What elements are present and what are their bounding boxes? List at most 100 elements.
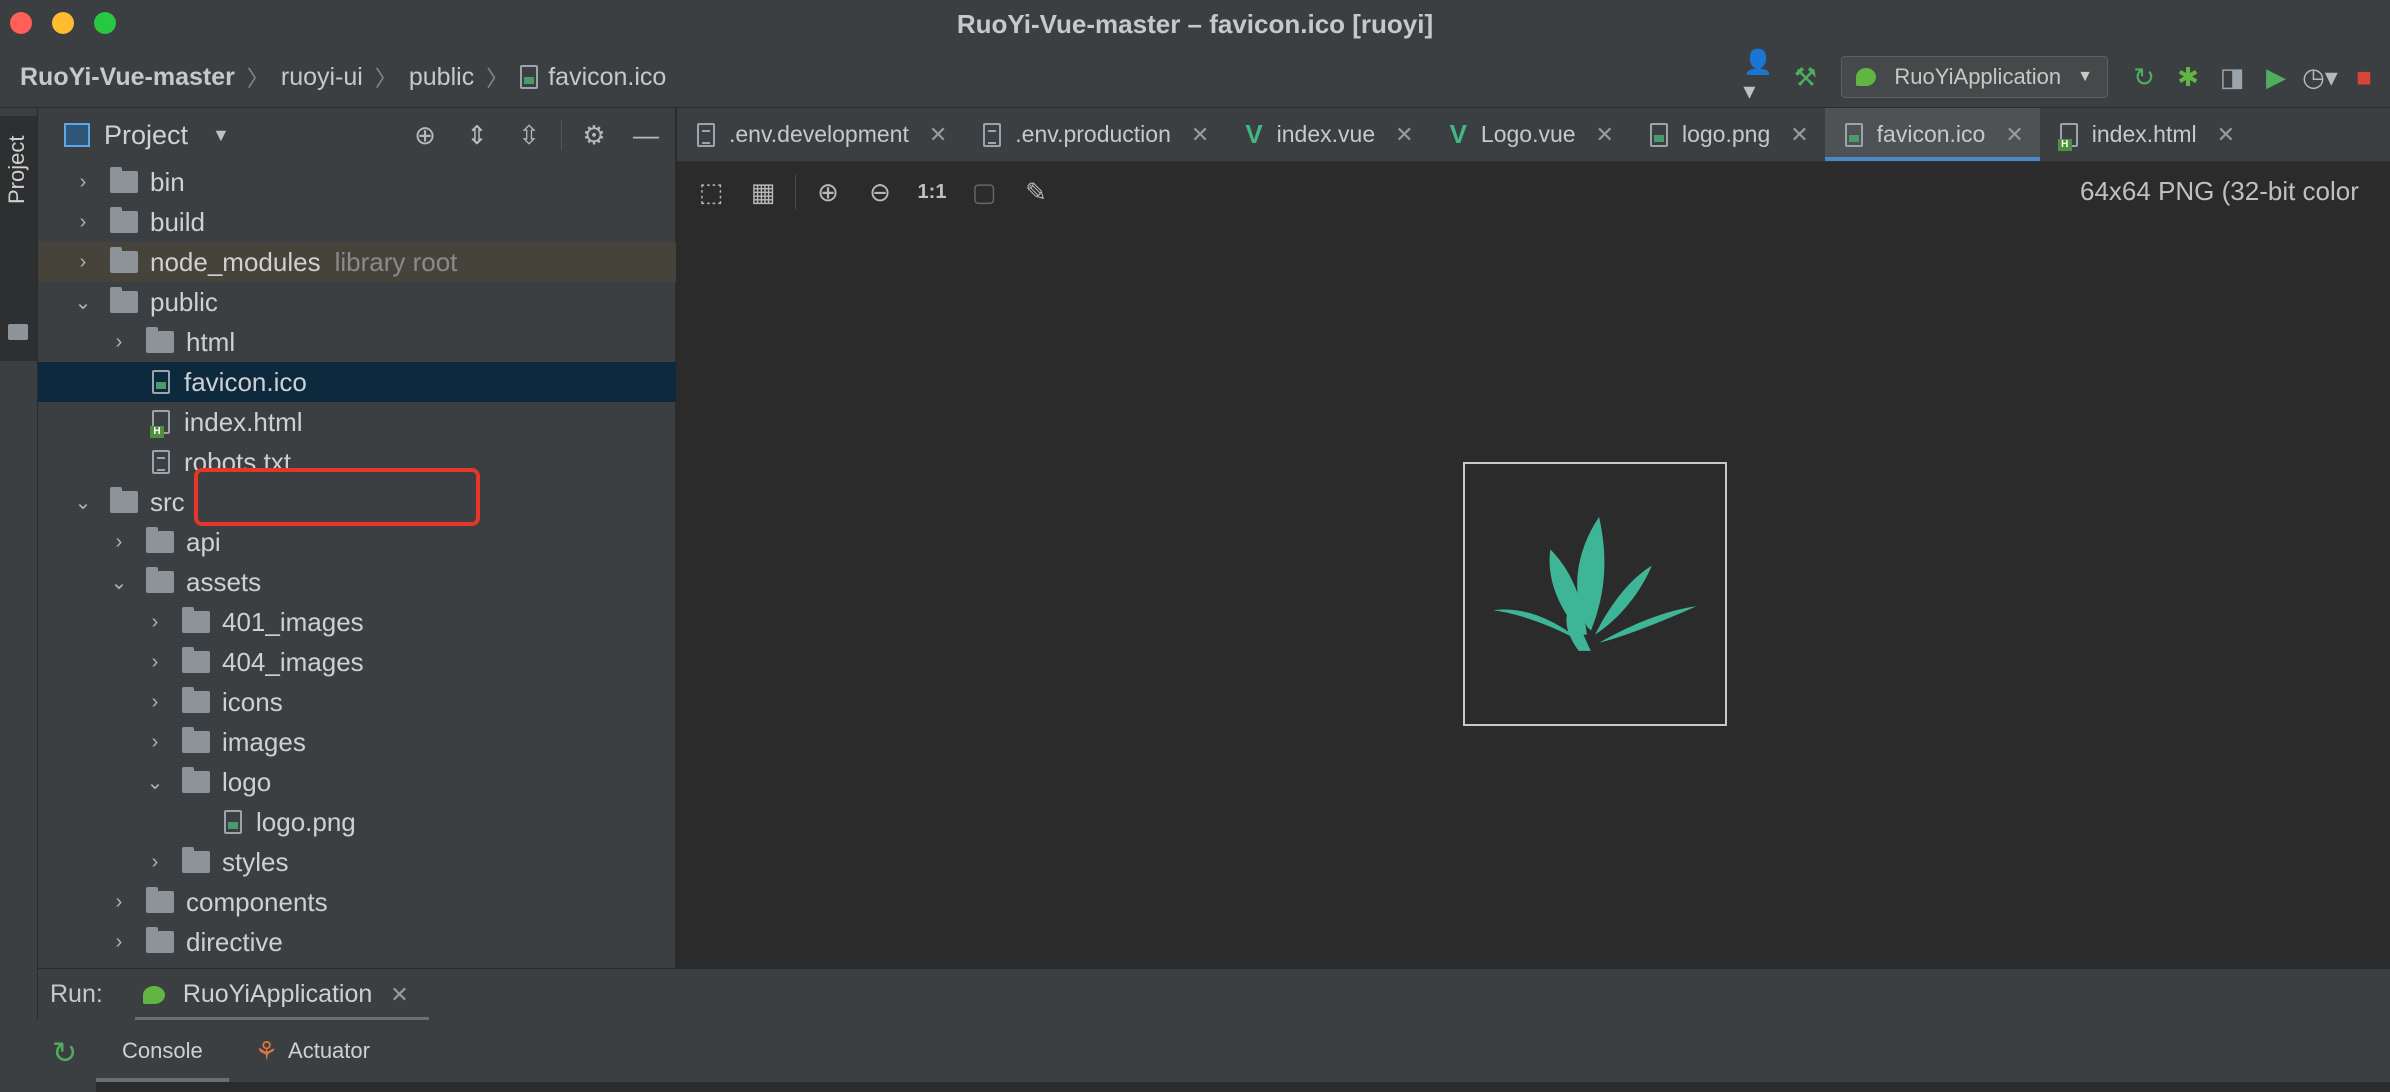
image-info: 64x64 PNG (32-bit color <box>2080 176 2359 206</box>
editor-tab-logo-vue[interactable]: V Logo.vue ✕ <box>1430 108 1630 161</box>
chevron-right-icon[interactable]: › <box>74 171 92 194</box>
chevron-right-icon[interactable]: › <box>146 611 164 634</box>
tab-console[interactable]: Console <box>96 1020 229 1082</box>
folder-icon <box>146 327 174 353</box>
tree-item-components[interactable]: › components <box>38 882 676 922</box>
tab-actuator-label: Actuator <box>288 1038 370 1063</box>
editor-tab-logo-png[interactable]: logo.png ✕ <box>1630 108 1825 161</box>
run-tab[interactable]: RuoYiApplication ✕ <box>134 969 429 1021</box>
zoom-in-icon[interactable]: ⊕ <box>808 172 848 212</box>
chevron-down-icon[interactable]: ⌄ <box>146 770 164 795</box>
fit-zoom-icon[interactable]: ▢ <box>964 172 1004 212</box>
editor-tab-favicon-ico[interactable]: favicon.ico ✕ <box>1824 108 2040 161</box>
chevron-right-icon[interactable]: › <box>146 731 164 754</box>
close-icon[interactable]: ✕ <box>2005 122 2023 148</box>
chevron-right-icon[interactable]: › <box>110 331 128 354</box>
coverage-icon[interactable]: ◨ <box>2214 59 2250 95</box>
breadcrumb-item-file[interactable]: favicon.ico <box>520 63 666 92</box>
chevron-right-icon[interactable]: › <box>74 251 92 274</box>
editor-tab-index-html[interactable]: index.html ✕ <box>2040 108 2251 161</box>
color-picker-icon[interactable]: ✎ <box>1016 172 1056 212</box>
grid-icon[interactable]: ▦ <box>743 172 783 212</box>
breadcrumb-separator-icon: 〉 <box>246 66 269 91</box>
run-tool-window-header: Run: RuoYiApplication ✕ <box>38 968 2390 1021</box>
tree-item-build[interactable]: › build <box>38 202 676 242</box>
tree-item-src[interactable]: ⌄ src <box>38 482 676 522</box>
folder-icon <box>110 247 138 273</box>
tab-actuator[interactable]: ⚘ Actuator <box>229 1020 396 1082</box>
stop-icon[interactable]: ■ <box>2346 59 2382 95</box>
breadcrumb-item-folder[interactable]: public <box>409 63 474 92</box>
build-hammer-icon[interactable]: ⚒ <box>1787 59 1823 95</box>
hide-panel-icon[interactable]: — <box>626 115 666 155</box>
project-view-select[interactable]: Project <box>104 120 188 151</box>
close-icon[interactable]: ✕ <box>1596 122 1614 148</box>
user-icon[interactable]: 👤▾ <box>1743 49 1779 105</box>
project-tree: › bin › build › node_modules library root ⌄ publ… <box>38 162 676 962</box>
close-icon[interactable]: ✕ <box>2217 122 2235 148</box>
tree-item-401-images[interactable]: › 401_images <box>38 602 676 642</box>
close-icon[interactable]: ✕ <box>929 122 947 148</box>
debug-bug-icon[interactable]: ✱ <box>2170 59 2206 95</box>
image-file-icon <box>1649 122 1668 147</box>
close-icon[interactable]: ✕ <box>1191 122 1209 148</box>
folder-icon <box>182 727 210 753</box>
tree-item-assets[interactable]: ⌄ assets <box>38 562 676 602</box>
tree-item-directive[interactable]: › directive <box>38 922 676 962</box>
chevron-right-icon[interactable]: › <box>74 211 92 234</box>
tree-item-label: styles <box>222 846 289 877</box>
project-tool-window-label: Project <box>4 136 29 205</box>
actual-size-button[interactable]: 1:1 <box>912 172 952 212</box>
chevron-right-icon[interactable]: › <box>146 691 164 714</box>
chevron-right-icon[interactable]: › <box>146 851 164 874</box>
rerun-icon[interactable]: ↻ <box>52 1036 77 1071</box>
chevron-down-icon[interactable]: ⌄ <box>110 570 128 595</box>
editor-tab-index-vue[interactable]: Vindex.vue ✕ <box>1225 108 1429 161</box>
run-configuration-label: RuoYiApplication <box>1894 64 2062 89</box>
editor-tab-env-production[interactable]: .env.production ✕ <box>963 108 1225 161</box>
chevron-right-icon[interactable]: › <box>146 651 164 674</box>
chevron-down-icon[interactable]: ⌄ <box>74 490 92 515</box>
tree-item-images[interactable]: › images <box>38 722 676 762</box>
run-configuration-select[interactable]: RuoYiApplication ▼ <box>1841 56 2108 98</box>
close-icon[interactable]: ✕ <box>1790 122 1808 148</box>
tree-item-api[interactable]: › api <box>38 522 676 562</box>
more-run-options-icon[interactable]: ◷▾ <box>2302 59 2338 95</box>
editor-tab-env-development[interactable]: .env.development ✕ <box>677 108 963 161</box>
tree-item-styles[interactable]: › styles <box>38 842 676 882</box>
expand-all-icon[interactable]: ⇕ <box>457 115 497 155</box>
tree-item-label: logo.png <box>256 806 356 837</box>
chevron-down-icon[interactable]: ⌄ <box>74 290 92 315</box>
console-output <box>96 1082 2390 1092</box>
tree-item-node-modules[interactable]: › node_modules library root <box>38 242 676 282</box>
tree-item-404-images[interactable]: › 404_images <box>38 642 676 682</box>
tree-item-logo-png[interactable]: logo.png <box>38 802 676 842</box>
close-icon[interactable]: ✕ <box>1395 122 1413 148</box>
tree-item-favicon-ico[interactable]: favicon.ico <box>38 362 676 402</box>
run-with-profiler-icon[interactable]: ▶ <box>2258 59 2294 95</box>
tree-item-html[interactable]: › html <box>38 322 676 362</box>
chevron-right-icon[interactable]: › <box>110 531 128 554</box>
tree-item-label: directive <box>186 926 283 957</box>
tree-item-public[interactable]: ⌄ public <box>38 282 676 322</box>
chevron-right-icon[interactable]: › <box>110 891 128 914</box>
tree-item-index-html[interactable]: index.html <box>38 402 676 442</box>
rerun-icon[interactable]: ↻ <box>2126 59 2162 95</box>
tree-item-robots-txt[interactable]: robots.txt <box>38 442 676 482</box>
tree-item-bin[interactable]: › bin <box>38 162 676 202</box>
breadcrumb-item-module[interactable]: ruoyi-ui <box>281 63 363 92</box>
tree-item-icons[interactable]: › icons <box>38 682 676 722</box>
editor-tab-label: index.vue <box>1276 121 1376 147</box>
locate-target-icon[interactable]: ⊕ <box>405 115 445 155</box>
chevron-down-icon[interactable]: ▼ <box>212 125 230 146</box>
collapse-all-icon[interactable]: ⇳ <box>509 115 549 155</box>
breadcrumb-item-project[interactable]: RuoYi-Vue-master <box>20 63 235 92</box>
breadcrumb: RuoYi-Vue-master 〉 ruoyi-ui 〉 public 〉 f… <box>20 46 666 108</box>
tree-item-logo[interactable]: ⌄ logo <box>38 762 676 802</box>
project-tool-window-tab[interactable]: Project <box>0 116 37 361</box>
gear-icon[interactable]: ⚙ <box>574 115 614 155</box>
close-icon[interactable]: ✕ <box>390 982 408 1008</box>
background-chessboard-icon[interactable]: ⬚ <box>691 172 731 212</box>
chevron-right-icon[interactable]: › <box>110 931 128 954</box>
zoom-out-icon[interactable]: ⊖ <box>860 172 900 212</box>
